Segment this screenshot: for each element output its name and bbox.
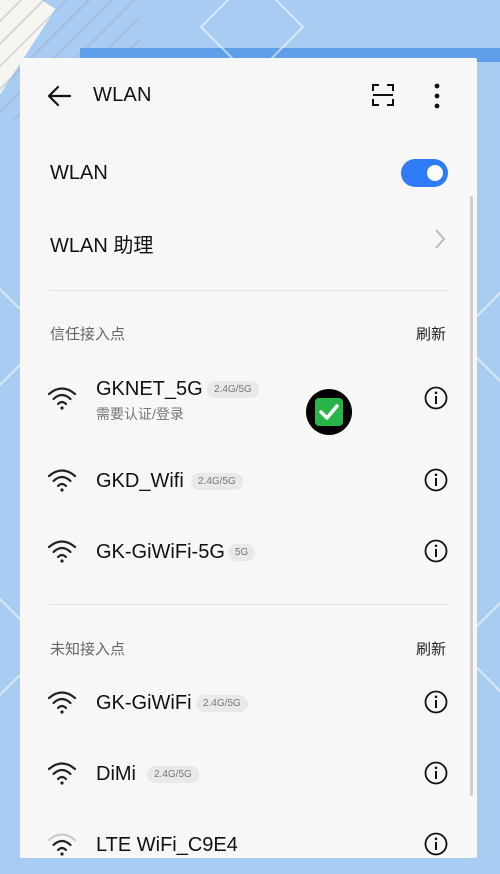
network-item[interactable]: GK-GiWiFi-5G 5G	[20, 521, 477, 581]
divider	[50, 604, 448, 605]
info-icon[interactable]	[424, 832, 448, 856]
band-badge: 2.4G/5G	[147, 766, 199, 783]
scrollbar[interactable]	[470, 196, 473, 796]
page-title: WLAN	[93, 84, 152, 106]
network-item[interactable]: GKNET_5G 2.4G/5G 需要认证/登录	[20, 368, 477, 428]
network-status-text: 需要认证/登录	[96, 406, 184, 422]
wifi-icon	[47, 691, 77, 714]
network-ssid: GKD_Wifi	[96, 470, 184, 492]
wlan-assistant-label[interactable]: WLAN 助理	[50, 229, 153, 258]
info-icon[interactable]	[424, 690, 448, 714]
network-item[interactable]: LTE WiFi_C9E4	[20, 814, 477, 874]
network-ssid: LTE WiFi_C9E4	[96, 834, 238, 856]
checkmark-glyph	[319, 404, 339, 420]
network-ssid: GK-GiWiFi-5G	[96, 541, 225, 563]
info-icon[interactable]	[424, 761, 448, 785]
check-icon	[306, 389, 352, 435]
network-ssid: DiMi	[96, 763, 136, 785]
check-icon-inner	[315, 398, 343, 426]
info-icon[interactable]	[424, 386, 448, 410]
network-ssid: GKNET_5G	[96, 378, 203, 400]
network-ssid: GK-GiWiFi	[96, 692, 192, 714]
network-item[interactable]: GK-GiWiFi 2.4G/5G	[20, 672, 477, 732]
info-icon[interactable]	[424, 468, 448, 492]
more-vertical-icon[interactable]	[426, 82, 448, 110]
band-badge: 2.4G/5G	[191, 473, 243, 490]
toggle-knob	[427, 165, 443, 181]
wlan-settings-panel: WLAN WLAN WLAN 助理 信任接入点 刷新 GKNET_5G 2.4G…	[20, 58, 477, 858]
divider	[50, 290, 448, 291]
chevron-right-icon[interactable]	[433, 228, 447, 250]
wifi-icon	[47, 469, 77, 492]
band-badge: 2.4G/5G	[196, 695, 248, 712]
wifi-icon	[47, 540, 77, 563]
unknown-section-title: 未知接入点	[50, 641, 126, 658]
wifi-icon	[47, 833, 77, 856]
unknown-refresh-button[interactable]: 刷新	[416, 638, 446, 659]
network-item[interactable]: DiMi 2.4G/5G	[20, 743, 477, 803]
band-badge: 5G	[228, 544, 256, 561]
network-item[interactable]: GKD_Wifi 2.4G/5G	[20, 450, 477, 510]
band-badge: 2.4G/5G	[207, 381, 259, 398]
wifi-icon	[47, 762, 77, 785]
trusted-refresh-button[interactable]: 刷新	[416, 323, 446, 344]
scan-icon[interactable]	[372, 84, 394, 106]
trusted-section-title: 信任接入点	[50, 326, 126, 343]
top-app-bar: WLAN	[20, 58, 477, 134]
wlan-toggle[interactable]	[401, 159, 448, 187]
info-icon[interactable]	[424, 539, 448, 563]
wlan-toggle-label: WLAN	[50, 162, 108, 184]
wifi-icon	[47, 387, 77, 410]
back-arrow-icon[interactable]	[46, 83, 72, 109]
